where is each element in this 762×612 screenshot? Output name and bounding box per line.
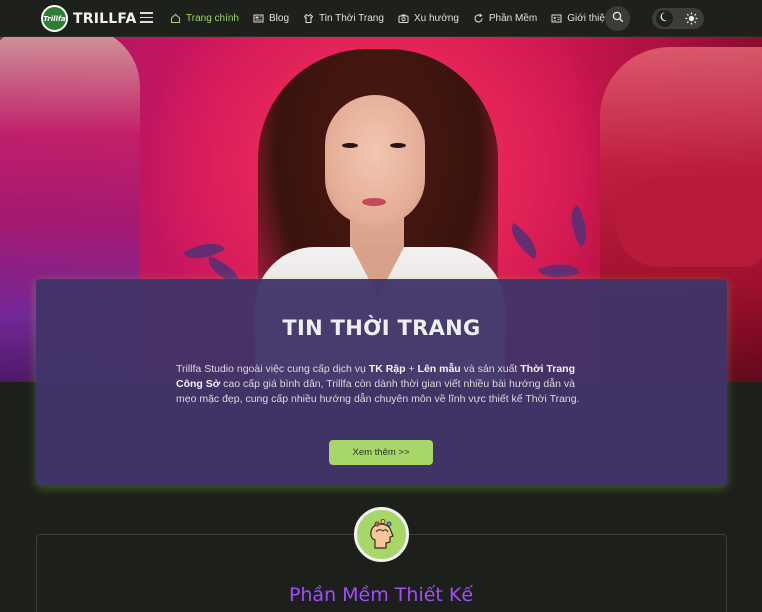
nav-item-label: Tin Thời Trang bbox=[319, 13, 384, 24]
hamburger-menu-icon[interactable] bbox=[140, 12, 153, 23]
nav-item-blog[interactable]: Blog bbox=[253, 13, 289, 24]
theme-toggle[interactable] bbox=[652, 8, 704, 29]
newspaper-icon bbox=[253, 13, 264, 24]
nav-item-label: Phần Mềm bbox=[488, 13, 538, 24]
moon-icon bbox=[659, 10, 671, 28]
see-more-button[interactable]: Xem thêm >> bbox=[329, 440, 433, 465]
fashion-news-card: TIN THỜI TRANG Trillfa Studio ngoài việc… bbox=[36, 279, 727, 486]
leaf-decoration bbox=[503, 222, 545, 260]
search-icon bbox=[612, 10, 624, 28]
nav-item-fashion-news[interactable]: Tin Thời Trang bbox=[303, 13, 384, 24]
site-logo[interactable]: Trillfa TRILLFA bbox=[41, 5, 137, 32]
nav-item-trends[interactable]: Xu hướng bbox=[398, 13, 459, 24]
nav-item-label: Blog bbox=[269, 13, 290, 24]
sun-icon bbox=[685, 12, 698, 25]
home-icon bbox=[170, 13, 181, 24]
dark-mode-knob[interactable] bbox=[656, 10, 673, 27]
hero-model-eye bbox=[390, 143, 406, 148]
logo-text: TRILLFA bbox=[73, 10, 137, 27]
logo-badge: Trillfa bbox=[41, 5, 68, 32]
main-nav: Trang chính Blog Tin Thời Trang Xu hướng… bbox=[170, 0, 625, 37]
card-title: TIN THỜI TRANG bbox=[282, 316, 481, 340]
nav-item-about[interactable]: Giới thiệu bbox=[551, 13, 611, 24]
camera-icon bbox=[398, 13, 409, 24]
card-description: Trillfa Studio ngoài việc cung cấp dịch … bbox=[176, 363, 580, 405]
section-title: Phần Mềm Thiết Kế bbox=[288, 584, 474, 606]
leaf-decoration bbox=[561, 205, 597, 247]
shirt-icon bbox=[303, 13, 314, 24]
nav-item-label: Xu hướng bbox=[413, 13, 459, 24]
refresh-icon bbox=[473, 13, 484, 24]
hero-model-lips bbox=[362, 198, 386, 206]
creative-mind-icon bbox=[354, 507, 409, 562]
profile-card-icon bbox=[551, 13, 562, 24]
hero-model-eye bbox=[342, 143, 358, 148]
nav-item-home[interactable]: Trang chính bbox=[170, 13, 239, 24]
top-navbar: Trillfa TRILLFA Trang chính Blog Tin Thờ… bbox=[0, 0, 762, 37]
nav-item-label: Trang chính bbox=[186, 13, 239, 24]
nav-item-label: Giới thiệu bbox=[567, 13, 611, 24]
nav-item-software[interactable]: Phần Mềm bbox=[473, 13, 537, 24]
search-button[interactable] bbox=[605, 6, 630, 31]
hero-right-model-leg bbox=[615, 177, 762, 267]
